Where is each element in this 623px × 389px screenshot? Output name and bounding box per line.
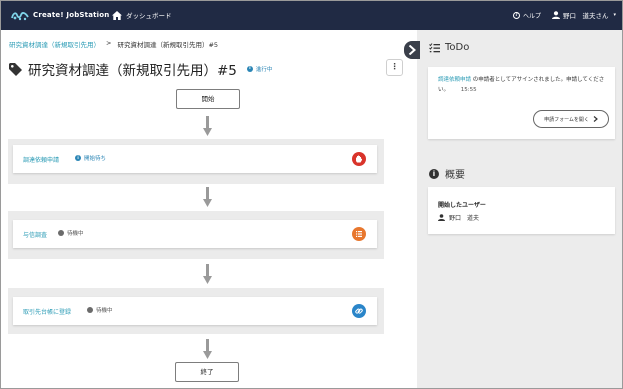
page-title-row: 研究資材調達（新規取引先用）#5 i 進行中 (9, 59, 272, 79)
top-navigation-bar: Create! JobStation ダッシュボード ? ヘルプ 野口 道夫さん… (1, 1, 622, 30)
overview-heading: i 概要 (429, 166, 465, 181)
home-icon (112, 10, 122, 20)
flow-start-node: 開始 (176, 89, 240, 109)
help-link[interactable]: ? ヘルプ (513, 11, 541, 20)
brand[interactable]: Create! JobStation (11, 9, 109, 21)
waiting-dot-icon (87, 307, 93, 313)
status-label: 進行中 (255, 67, 273, 73)
flow-arrow (203, 264, 212, 284)
flow-arrow (203, 116, 212, 136)
info-icon: i (75, 155, 81, 161)
flow-arrow (203, 187, 212, 207)
user-icon (438, 214, 445, 221)
open-form-label: 申請フォームを開く (544, 116, 589, 123)
breadcrumb-current: 研究資材調達（新規取引先用）#5 (117, 41, 219, 49)
flow-step-card[interactable]: 取引先台帳に登録 待機中 (13, 297, 377, 325)
step-name-link[interactable]: 与信調査 (23, 230, 47, 239)
flow-step-band: 与信調査 待機中 (8, 211, 384, 259)
link-icon (352, 304, 366, 318)
arrow-down-icon (203, 264, 212, 284)
hand-stop-icon (352, 152, 366, 166)
step-name-link[interactable]: 調達依頼申請 (23, 155, 59, 164)
brand-logo-icon (11, 12, 29, 21)
flow-step-band: 調達依頼申請 i 開始待ち (8, 139, 384, 184)
arrow-down-icon (203, 339, 212, 359)
more-options-button[interactable]: ⋮ (386, 59, 403, 76)
open-application-form-button[interactable]: 申請フォームを開く (533, 110, 609, 128)
starter-user: 野口 道夫 (438, 213, 479, 222)
arrow-down-icon (203, 187, 212, 207)
overview-title: 概要 (445, 170, 465, 181)
user-icon (552, 11, 560, 19)
dashboard-link[interactable]: ダッシュボード (112, 10, 172, 20)
todo-time: 15:55 (460, 87, 477, 93)
flow-step-card[interactable]: 与信調査 待機中 (13, 220, 377, 248)
todo-heading: ToDo (429, 42, 469, 53)
breadcrumb: 研究資材調達（新規取引先用） > 研究資材調達（新規取引先用）#5 (9, 39, 218, 49)
todo-message: 調達依頼申請 の申請者としてアサインされました。申請してください。 15:55 (438, 75, 610, 95)
todo-title: ToDo (445, 42, 470, 53)
info-icon: i (429, 168, 439, 179)
arrow-down-icon (203, 116, 212, 136)
list-icon (352, 227, 366, 241)
flow-step-card[interactable]: 調達依頼申請 i 開始待ち (13, 145, 377, 173)
step-status-badge: 待機中 (58, 229, 84, 237)
flow-step-band: 取引先台帳に登録 待機中 (8, 288, 384, 334)
step-status-badge: 待機中 (87, 306, 113, 314)
user-menu[interactable]: 野口 道夫さん ▾ (552, 10, 616, 20)
starter-name: 野口 道夫 (449, 215, 480, 222)
chevron-right-icon (408, 45, 416, 55)
user-name: 野口 道夫さん (563, 12, 609, 20)
todo-card: 調達依頼申請 の申請者としてアサインされました。申請してください。 15:55 … (428, 67, 615, 139)
waiting-dot-icon (58, 230, 64, 236)
todo-step-link[interactable]: 調達依頼申請 (438, 77, 471, 83)
status-badge: i 進行中 (246, 65, 273, 73)
page-title: 研究資材調達（新規取引先用）#5 (28, 63, 237, 79)
step-status-label: 待機中 (67, 231, 84, 237)
chevron-down-icon: ▾ (613, 12, 617, 18)
starter-label: 開始したユーザー (438, 202, 486, 209)
overview-card: 開始したユーザー 野口 道夫 (428, 187, 615, 234)
app-window: Create! JobStation ダッシュボード ? ヘルプ 野口 道夫さん… (0, 0, 623, 389)
dashboard-label: ダッシュボード (126, 12, 172, 20)
question-icon: ? (513, 12, 520, 19)
step-name-link[interactable]: 取引先台帳に登録 (23, 307, 71, 316)
panel-toggle-button[interactable] (404, 41, 420, 59)
chevron-right-icon (593, 116, 598, 122)
breadcrumb-parent-link[interactable]: 研究資材調達（新規取引先用） (9, 39, 100, 49)
flow-arrow (203, 339, 212, 359)
step-status-badge: i 開始待ち (75, 154, 106, 162)
step-status-label: 待機中 (96, 308, 113, 314)
brand-name: Create! JobStation (33, 11, 110, 19)
tag-icon (9, 62, 22, 76)
breadcrumb-separator: > (106, 39, 112, 47)
flow-end-node: 終了 (175, 362, 239, 382)
checklist-icon (429, 42, 440, 52)
info-icon: i (246, 66, 253, 72)
step-status-label: 開始待ち (84, 156, 107, 162)
help-label: ヘルプ (523, 13, 542, 20)
